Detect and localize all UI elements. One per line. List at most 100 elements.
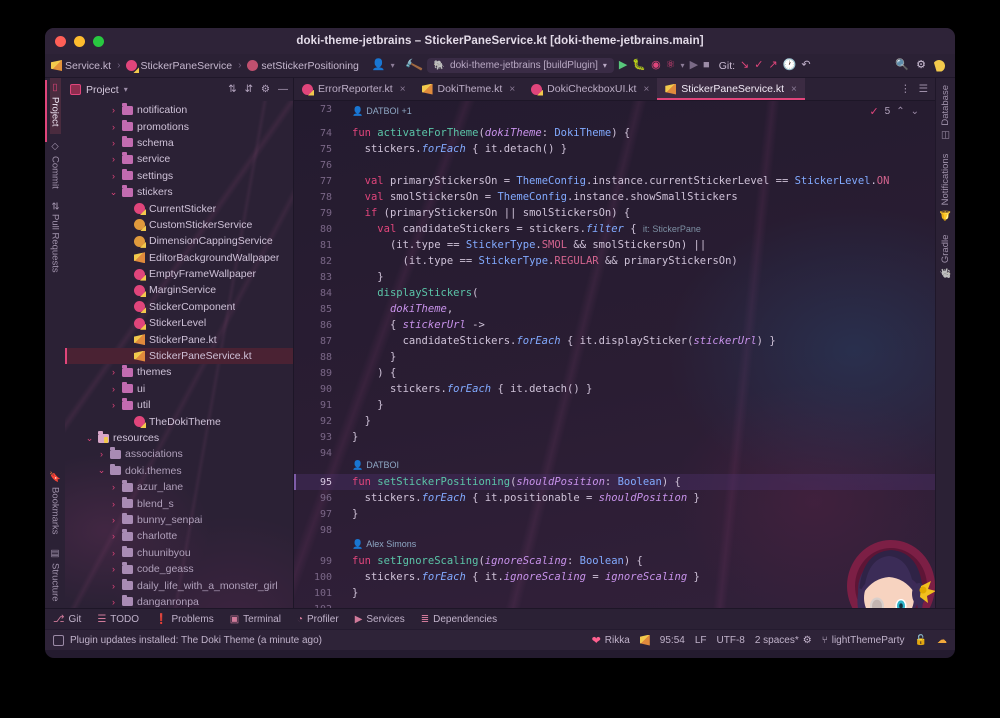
code-line-79[interactable]: 79 if (primaryStickersOn || smolStickers…: [294, 205, 935, 221]
editor-tab-dokicheckboxui-kt[interactable]: DokiCheckboxUI.kt ×: [523, 78, 657, 100]
tool-window-todo[interactable]: ☰ TODO: [97, 614, 139, 625]
tree-expand-arrow[interactable]: ›: [109, 581, 118, 591]
file-encoding[interactable]: UTF-8: [717, 635, 745, 646]
sidebar-item-bookmarks[interactable]: 🔖 Bookmarks: [50, 464, 61, 541]
line-separator[interactable]: LF: [695, 635, 707, 646]
memo-icon[interactable]: [53, 634, 64, 646]
code-line-90[interactable]: 90 stickers.forEach { it.detach() }: [294, 381, 935, 397]
tool-window-problems[interactable]: ❗ Problems: [155, 614, 214, 625]
maximize-window-button[interactable]: [93, 36, 104, 47]
window-controls[interactable]: [55, 36, 104, 47]
update-project-icon[interactable]: ↘: [740, 60, 749, 71]
chevron-down-icon[interactable]: ▾: [124, 85, 128, 94]
code-line-97[interactable]: 97}: [294, 506, 935, 522]
search-everywhere-icon[interactable]: 🔍: [895, 60, 909, 71]
previous-issue-icon[interactable]: ⌃: [896, 106, 904, 117]
debug-icon[interactable]: 🐛: [632, 60, 646, 71]
indent-setting[interactable]: 2 spaces*: [755, 635, 799, 646]
sidebar-item-structure[interactable]: ▤ Structure: [50, 541, 61, 608]
stop-icon[interactable]: ■: [703, 60, 710, 71]
profile-dropdown-chevron-icon[interactable]: ▾: [391, 61, 395, 70]
tree-item-charlotte[interactable]: › charlotte: [65, 528, 293, 544]
sidebar-item-notifications[interactable]: 🔔 Notifications: [940, 147, 951, 228]
history-icon[interactable]: 🕐: [783, 60, 797, 71]
run-configuration-selector[interactable]: 🐘 doki-theme-jetbrains [buildPlugin] ▾: [426, 58, 614, 73]
code-line-80[interactable]: 80 val candidateStickers = stickers.filt…: [294, 221, 935, 237]
tree-item-thedokitheme[interactable]: › TheDokiTheme: [65, 413, 293, 429]
code-line-89[interactable]: 89 ) {: [294, 365, 935, 381]
code-line-81[interactable]: 81 (it.type == StickerType.SMOL && smolS…: [294, 237, 935, 253]
run-coverage-icon[interactable]: ◉: [651, 60, 661, 71]
chevron-down-icon[interactable]: ▾: [603, 61, 607, 70]
code-line-99[interactable]: 99 fun setIgnoreScaling(ignoreScaling: Bo…: [294, 553, 935, 569]
tree-expand-arrow[interactable]: ›: [121, 285, 130, 295]
code-line-77[interactable]: 77 val primaryStickersOn = ThemeConfig.i…: [294, 173, 935, 189]
code-line-84[interactable]: 84 displayStickers(: [294, 285, 935, 301]
vcs-annotation[interactable]: 👤 DATBOI: [352, 458, 399, 472]
indent-config-icon[interactable]: ⚙: [803, 635, 812, 646]
tree-expand-arrow[interactable]: ›: [109, 564, 118, 574]
tree-item-bunny-senpai[interactable]: › bunny_senpai: [65, 512, 293, 528]
code-line-88[interactable]: 88 }: [294, 349, 935, 365]
tree-expand-arrow[interactable]: ›: [109, 367, 118, 377]
code-line-74[interactable]: 74 fun activateForTheme(dokiTheme: DokiTh…: [294, 125, 935, 141]
code-line-91[interactable]: 91 }: [294, 397, 935, 413]
tree-item-stickers[interactable]: ⌄ stickers: [65, 184, 293, 200]
editor-layout-icon[interactable]: ☰: [919, 83, 928, 95]
profile-chevron-down-icon[interactable]: ▾: [681, 61, 685, 70]
tree-item-danganronpa[interactable]: › danganronpa: [65, 594, 293, 608]
close-tab-icon[interactable]: ×: [400, 84, 406, 95]
tree-item-util[interactable]: › util: [65, 397, 293, 413]
tree-expand-arrow[interactable]: ›: [121, 253, 130, 263]
sidebar-item-gradle[interactable]: 🐘 Gradle: [940, 228, 951, 286]
run-step-icon[interactable]: ▶: [690, 60, 698, 71]
sidebar-item-database[interactable]: ◫ Database: [940, 78, 951, 147]
code-lines[interactable]: 73 74 fun activateForTheme(dokiTheme: Doki…: [294, 101, 935, 608]
tree-expand-arrow[interactable]: ›: [121, 351, 130, 361]
caret-position[interactable]: 95:54: [660, 635, 685, 646]
run-icon[interactable]: ▶: [619, 60, 627, 71]
breadcrumb-class[interactable]: StickerPaneService: [126, 60, 232, 72]
code-line-93[interactable]: 93}: [294, 429, 935, 445]
expand-all-icon[interactable]: ⇅: [228, 84, 236, 95]
code-line-96[interactable]: 96 stickers.forEach { it.positionable = …: [294, 490, 935, 506]
tree-expand-arrow[interactable]: ›: [109, 154, 118, 164]
tree-item-dimensioncappingservice[interactable]: › DimensionCappingService: [65, 233, 293, 249]
breadcrumb-method[interactable]: setStickerPositioning: [247, 60, 359, 72]
close-tab-icon[interactable]: ×: [791, 84, 797, 95]
tree-expand-arrow[interactable]: ⌄: [97, 465, 106, 476]
git-branch-name[interactable]: lightThemeParty: [832, 635, 905, 646]
tree-expand-arrow[interactable]: ›: [109, 548, 118, 558]
code-line-82[interactable]: 82 (it.type == StickerType.REGULAR && pr…: [294, 253, 935, 269]
tree-item-promotions[interactable]: › promotions: [65, 118, 293, 134]
push-icon[interactable]: ↗: [768, 60, 777, 71]
inspection-widget[interactable]: ✓ 5 ⌃ ⌄: [869, 105, 919, 118]
tree-item-notification[interactable]: › notification: [65, 102, 293, 118]
tree-expand-arrow[interactable]: ⌄: [109, 187, 118, 198]
code-line-92[interactable]: 92 }: [294, 413, 935, 429]
tree-expand-arrow[interactable]: ›: [121, 220, 130, 230]
close-tab-icon[interactable]: ×: [643, 84, 649, 95]
tree-expand-arrow[interactable]: ›: [121, 335, 130, 345]
tool-window-profiler[interactable]: ◔ Profiler: [297, 614, 339, 625]
tool-window-dependencies[interactable]: ≣ Dependencies: [421, 614, 497, 625]
more-tabs-icon[interactable]: ⋮: [900, 83, 911, 95]
tree-item-daily-life-with-a-monster-girl[interactable]: › daily_life_with_a_monster_girl: [65, 577, 293, 593]
code-line-87[interactable]: 87 candidateStickers.forEach { it.displa…: [294, 333, 935, 349]
tree-item-emptyframewallpaper[interactable]: › EmptyFrameWallpaper: [65, 266, 293, 282]
tree-expand-arrow[interactable]: ›: [109, 499, 118, 509]
code-line-83[interactable]: 83 }: [294, 269, 935, 285]
doki-theme-icon[interactable]: [933, 59, 945, 72]
tree-expand-arrow[interactable]: ›: [109, 482, 118, 492]
doki-character-name[interactable]: Rikka: [605, 635, 630, 646]
commit-icon[interactable]: ✓: [754, 60, 763, 71]
sidebar-item-commit[interactable]: ◇ Commit: [50, 134, 61, 196]
sidebar-item-pull-requests[interactable]: ⇄ Pull Requests: [50, 195, 61, 280]
tool-window-git[interactable]: ⎇ Git: [53, 614, 81, 625]
tree-expand-arrow[interactable]: ›: [109, 138, 118, 148]
tree-expand-arrow[interactable]: ⌄: [85, 433, 94, 444]
tree-item-blend-s[interactable]: › blend_s: [65, 495, 293, 511]
tree-expand-arrow[interactable]: ›: [121, 417, 130, 427]
read-only-lock-icon[interactable]: 🔓: [915, 635, 927, 646]
editor-tab-errorreporter-kt[interactable]: ErrorReporter.kt ×: [294, 78, 414, 100]
